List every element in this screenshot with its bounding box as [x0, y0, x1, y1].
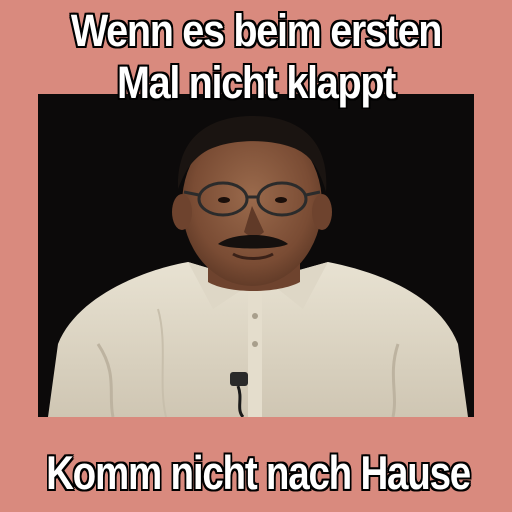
meme-canvas: Wenn es beim ersten Mal nicht klappt Kom…: [0, 0, 512, 512]
man-portrait-illustration: [38, 94, 474, 417]
top-caption-line-2: Mal nicht klappt: [116, 57, 396, 108]
bottom-caption: Komm nicht nach Hause: [46, 446, 471, 499]
photo: [38, 94, 474, 417]
top-caption-line-1: Wenn es beim ersten: [70, 5, 443, 56]
